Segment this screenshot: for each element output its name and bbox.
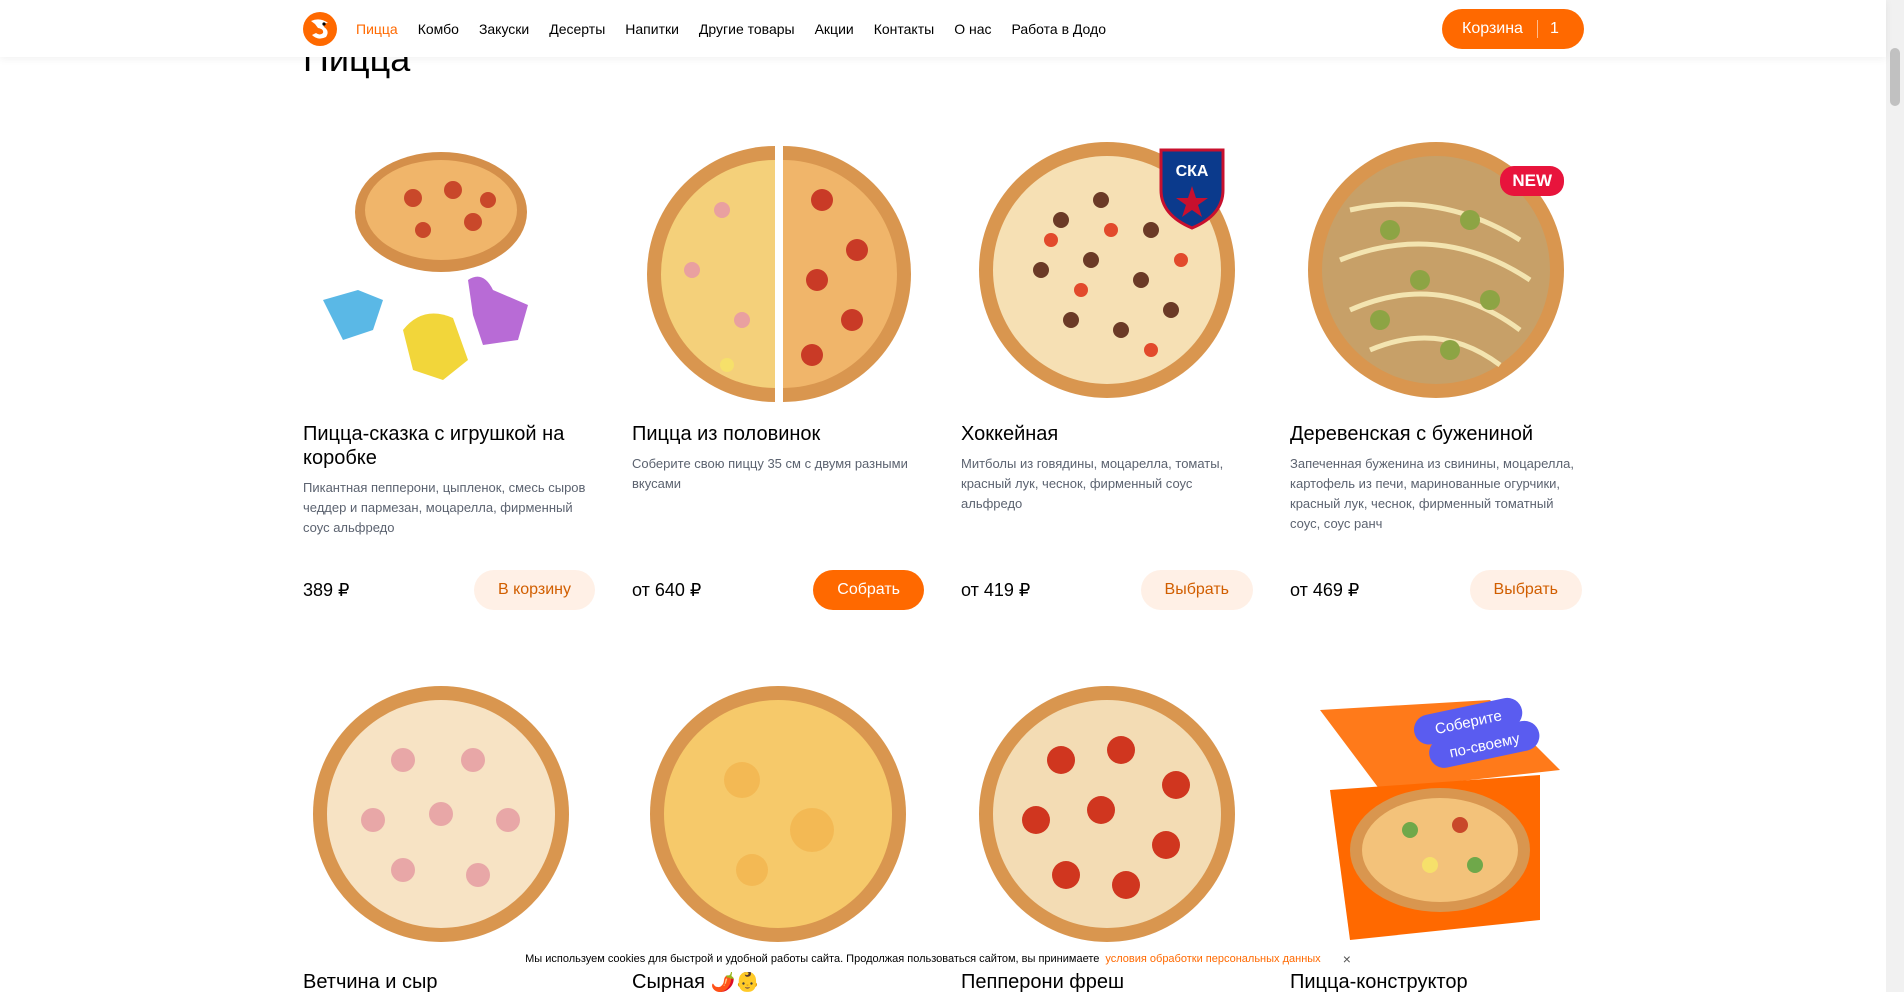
site-header: Пицца Комбо Закуски Десерты Напитки Друг…: [0, 0, 1886, 57]
dodo-logo-icon[interactable]: [302, 11, 338, 47]
product-description: Запеченная буженина из свинины, моцарелл…: [1290, 456, 1574, 531]
pizza-hockey-image[interactable]: СКА: [961, 130, 1253, 422]
nav-drinks[interactable]: Напитки: [625, 21, 679, 37]
pizza-ham-cheese-image[interactable]: [303, 680, 595, 972]
cookie-policy-link[interactable]: условия обработки персональных данных: [1105, 953, 1320, 965]
product-price: от 419 ₽: [961, 580, 1031, 600]
nav-snacks[interactable]: Закуски: [479, 21, 529, 37]
new-badge: NEW: [1500, 166, 1564, 196]
nav-jobs[interactable]: Работа в Додо: [1012, 21, 1107, 37]
cart-label: Корзина: [1462, 20, 1523, 37]
cart-divider: [1536, 20, 1538, 38]
nav-desserts[interactable]: Десерты: [549, 21, 605, 37]
select-button[interactable]: Выбрать: [1140, 570, 1253, 610]
nav-about[interactable]: О нас: [954, 21, 991, 37]
product-description: Пикантная пепперони, цыпленок, смесь сыр…: [303, 480, 586, 535]
nav-pizza[interactable]: Пицца: [356, 21, 398, 37]
nav-contacts[interactable]: Контакты: [874, 21, 934, 37]
main-nav: Пицца Комбо Закуски Десерты Напитки Друг…: [356, 0, 1106, 57]
product-price: от 640 ₽: [632, 580, 702, 600]
product-name[interactable]: Деревенская с бужениной: [1290, 422, 1582, 446]
product-name[interactable]: Пицца-сказка с игрушкой на коробке: [303, 422, 595, 470]
product-name[interactable]: Пепперони фреш: [961, 970, 1253, 992]
build-button[interactable]: Собрать: [813, 570, 924, 610]
product-card[interactable]: NEW Деревенская с бужениной Запеченная б…: [1290, 130, 1582, 610]
pizza-halves-image[interactable]: [632, 130, 924, 422]
product-name[interactable]: Пицца из половинок: [632, 422, 924, 446]
pizza-pepperoni-image[interactable]: [961, 680, 1253, 972]
select-button[interactable]: Выбрать: [1469, 570, 1582, 610]
svg-text:СКА: СКА: [1176, 163, 1209, 180]
product-name[interactable]: Ветчина и сыр: [303, 970, 595, 992]
product-name[interactable]: Сырная 🌶️👶: [632, 970, 924, 992]
scrollbar-thumb[interactable]: [1890, 48, 1900, 106]
pizza-cheese-image[interactable]: [632, 680, 924, 972]
cookie-text: Мы используем cookies для быстрой и удоб…: [525, 953, 1100, 965]
close-icon[interactable]: ×: [1343, 951, 1351, 967]
pizza-toy-image[interactable]: [303, 130, 595, 422]
nav-combo[interactable]: Комбо: [418, 21, 459, 37]
pizza-constructor-image[interactable]: Соберите по-своему: [1290, 680, 1582, 972]
cart-button[interactable]: Корзина 1: [1442, 9, 1584, 49]
product-card[interactable]: Пицца из половинок Соберите свою пиццу 3…: [632, 130, 924, 610]
product-card[interactable]: СКА Хоккейная Митболы из говядины, моцар…: [961, 130, 1253, 610]
product-price: от 469 ₽: [1290, 580, 1360, 600]
product-description: Митболы из говядины, моцарелла, томаты, …: [961, 456, 1224, 511]
product-price: 389 ₽: [303, 580, 350, 600]
nav-other[interactable]: Другие товары: [699, 21, 795, 37]
product-name[interactable]: Хоккейная: [961, 422, 1253, 446]
add-to-cart-button[interactable]: В корзину: [473, 570, 595, 610]
page-scrollbar[interactable]: [1886, 0, 1904, 992]
cookie-banner: Мы используем cookies для быстрой и удоб…: [488, 946, 1388, 972]
product-name[interactable]: Пицца-конструктор: [1290, 970, 1582, 992]
nav-promo[interactable]: Акции: [815, 21, 854, 37]
product-card[interactable]: Пицца-сказка с игрушкой на коробке Пикан…: [303, 130, 595, 610]
cart-count: 1: [1549, 20, 1559, 37]
product-description: Соберите свою пиццу 35 см с двумя разным…: [632, 456, 908, 491]
